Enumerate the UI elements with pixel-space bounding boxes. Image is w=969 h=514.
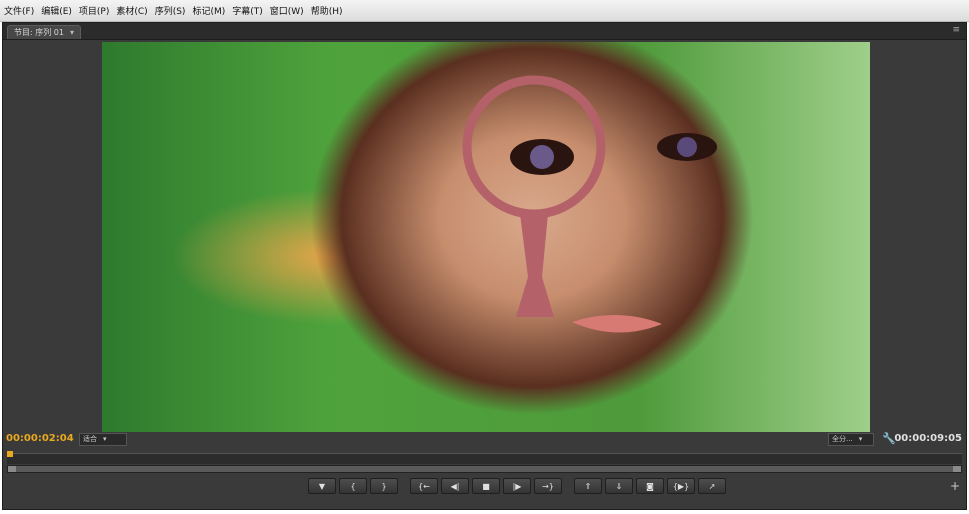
step-forward-icon: |▶ [512, 481, 522, 491]
fit-dropdown[interactable]: 适合 ▾ [79, 433, 127, 446]
step-back-icon: ◀| [450, 481, 460, 491]
scrollbar-right-handle[interactable] [953, 466, 961, 472]
left-iris [530, 145, 554, 169]
chevron-down-icon: ▾ [103, 435, 107, 443]
mark-out-icon: } [381, 481, 387, 491]
zoom-scrollbar[interactable] [7, 465, 962, 473]
menu-title[interactable]: 字幕(T) [232, 4, 263, 17]
video-frame-illustration [462, 75, 717, 333]
menu-marker[interactable]: 标记(M) [192, 4, 225, 17]
go-to-out-icon: →} [542, 481, 554, 491]
step-forward-button[interactable]: |▶ [503, 478, 531, 494]
menu-window[interactable]: 窗口(W) [270, 4, 304, 17]
export-icon: ↗ [708, 481, 716, 491]
panel-menu-icon[interactable]: ≡ [952, 25, 960, 35]
current-timecode[interactable]: 00:00:02:04 [6, 433, 74, 444]
extract-button[interactable]: ⇓ [605, 478, 633, 494]
menu-clip[interactable]: 素材(C) [116, 4, 147, 17]
menu-project[interactable]: 项目(P) [79, 4, 109, 17]
add-marker-button[interactable]: ▼ [308, 478, 336, 494]
quality-dropdown-value: 全分... [832, 435, 853, 443]
stop-icon: ■ [482, 481, 490, 491]
menu-help[interactable]: 帮助(H) [311, 4, 343, 17]
extract-icon: ⇓ [615, 481, 623, 491]
mark-in-button[interactable]: { [339, 478, 367, 494]
mark-out-button[interactable]: } [370, 478, 398, 494]
go-to-out-button[interactable]: →} [534, 478, 562, 494]
panel-tab-bar: 节目: 序列 01 ▾ ≡ [3, 23, 966, 40]
go-to-in-icon: {← [418, 481, 430, 491]
marker-icon: ▼ [318, 481, 326, 491]
menu-edit[interactable]: 编辑(E) [41, 4, 72, 17]
play-in-to-out-button[interactable]: {▶} [667, 478, 695, 494]
step-back-button[interactable]: ◀| [441, 478, 469, 494]
lips [572, 314, 662, 333]
scrollbar-left-handle[interactable] [8, 466, 16, 472]
tab-program-sequence[interactable]: 节目: 序列 01 ▾ [7, 25, 81, 39]
duration-timecode: 00:00:09:05 [894, 433, 962, 444]
time-ruler[interactable] [7, 453, 962, 464]
play-in-out-icon: {▶} [672, 481, 690, 491]
fit-dropdown-value: 适合 [83, 435, 97, 443]
lift-button[interactable]: ⇑ [574, 478, 602, 494]
menu-bar: 文件(F) 编辑(E) 项目(P) 素材(C) 序列(S) 标记(M) 字幕(T… [0, 0, 969, 22]
camera-icon: ◙ [646, 481, 654, 491]
export-button[interactable]: ↗ [698, 478, 726, 494]
program-monitor-panel: 节目: 序列 01 ▾ ≡ 00:00:02:04 适合 ▾ 全分... ▾ 🔧… [2, 22, 967, 510]
playhead-handle[interactable] [7, 451, 13, 457]
add-button-icon[interactable]: + [950, 479, 960, 493]
lift-icon: ⇑ [584, 481, 592, 491]
menu-sequence[interactable]: 序列(S) [155, 4, 186, 17]
go-to-in-button[interactable]: {← [410, 478, 438, 494]
tab-label: 节目: 序列 01 [14, 28, 64, 37]
video-preview[interactable] [102, 42, 870, 432]
chevron-down-icon: ▾ [858, 435, 863, 443]
magnifier-handle [516, 214, 554, 317]
mark-in-icon: { [350, 481, 356, 491]
menu-file[interactable]: 文件(F) [4, 4, 34, 17]
export-frame-button[interactable]: ◙ [636, 478, 664, 494]
transport-controls: ▼ { } {← ◀| ■ |▶ →} ⇑ ⇓ ◙ {▶} ↗ [308, 478, 726, 494]
quality-dropdown[interactable]: 全分... ▾ [828, 433, 874, 446]
right-iris [677, 137, 697, 157]
stop-button[interactable]: ■ [472, 478, 500, 494]
tab-dropdown-icon[interactable]: ▾ [70, 26, 74, 39]
